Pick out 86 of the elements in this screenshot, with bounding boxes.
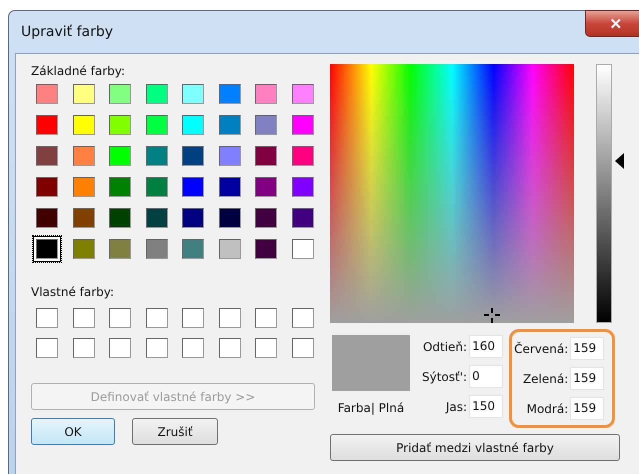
- color-swatch[interactable]: [255, 115, 277, 135]
- color-swatch[interactable]: [292, 177, 314, 197]
- color-swatch[interactable]: [72, 115, 94, 135]
- number-field[interactable]: 150: [469, 395, 504, 418]
- color-swatch[interactable]: [146, 115, 168, 135]
- color-swatch[interactable]: [72, 84, 94, 104]
- luminance-arrow[interactable]: [615, 153, 624, 170]
- cancel-button[interactable]: Zrušiť: [132, 418, 218, 445]
- color-swatch[interactable]: [72, 177, 94, 197]
- color-swatch[interactable]: [109, 84, 131, 104]
- color-swatch[interactable]: [36, 84, 58, 104]
- custom-color-swatch[interactable]: [72, 338, 94, 358]
- custom-color-swatch[interactable]: [36, 308, 58, 328]
- number-field[interactable]: 159: [570, 397, 604, 420]
- color-swatch[interactable]: [255, 208, 277, 228]
- custom-color-swatch[interactable]: [255, 338, 277, 358]
- color-swatch[interactable]: [72, 239, 94, 259]
- field-label: Červená:: [514, 342, 568, 356]
- color-swatch[interactable]: [109, 115, 131, 135]
- color-swatch[interactable]: [182, 115, 204, 135]
- color-swatch[interactable]: [146, 84, 168, 104]
- color-swatch[interactable]: [292, 146, 314, 166]
- color-swatch[interactable]: [182, 177, 204, 197]
- field-label: Zelená:: [522, 372, 568, 386]
- custom-color-swatch[interactable]: [292, 338, 314, 358]
- color-swatch[interactable]: [182, 146, 204, 166]
- color-swatch[interactable]: [109, 239, 131, 259]
- color-swatch[interactable]: [36, 146, 58, 166]
- color-swatch[interactable]: [218, 115, 240, 135]
- custom-color-swatch[interactable]: [109, 338, 131, 358]
- color-swatch[interactable]: [146, 208, 168, 228]
- color-swatch[interactable]: [292, 84, 314, 104]
- field-label: Jas:: [444, 400, 468, 414]
- color-swatch[interactable]: [292, 239, 314, 259]
- color-swatch[interactable]: [72, 146, 94, 166]
- add-to-custom-colors-button[interactable]: Pridať medzi vlastné farby: [330, 434, 620, 461]
- color-swatch[interactable]: [218, 177, 240, 197]
- number-field[interactable]: 159: [570, 367, 604, 390]
- color-swatch[interactable]: [255, 177, 277, 197]
- color-swatch[interactable]: [109, 208, 131, 228]
- color-swatch[interactable]: [109, 146, 131, 166]
- color-swatch[interactable]: [218, 84, 240, 104]
- basic-colors-label: Základné farby:: [31, 64, 126, 78]
- color-spectrum[interactable]: [330, 64, 574, 323]
- number-field[interactable]: 160: [469, 335, 504, 358]
- crosshair-icon[interactable]: [484, 308, 500, 323]
- color-swatch[interactable]: [109, 177, 131, 197]
- color-swatch[interactable]: [182, 208, 204, 228]
- color-swatch[interactable]: [218, 146, 240, 166]
- color-swatch[interactable]: [146, 177, 168, 197]
- color-swatch[interactable]: [146, 146, 168, 166]
- window-title: Upraviť farby: [21, 24, 114, 40]
- color-swatch[interactable]: [182, 239, 204, 259]
- custom-color-swatch[interactable]: [218, 308, 240, 328]
- color-swatch[interactable]: [292, 208, 314, 228]
- color-swatch[interactable]: [146, 239, 168, 259]
- custom-color-swatch[interactable]: [255, 308, 277, 328]
- field-label: Sýtosť':: [422, 370, 468, 384]
- color-swatch[interactable]: [182, 84, 204, 104]
- custom-color-swatch[interactable]: [36, 338, 58, 358]
- color-swatch[interactable]: [218, 208, 240, 228]
- number-field[interactable]: 0: [469, 365, 504, 388]
- color-swatch[interactable]: [36, 177, 58, 197]
- close-button[interactable]: ✕: [585, 10, 639, 37]
- color-swatch[interactable]: [218, 239, 240, 259]
- color-swatch[interactable]: [292, 115, 314, 135]
- ok-button[interactable]: OK: [31, 418, 115, 445]
- custom-color-swatch[interactable]: [146, 308, 168, 328]
- color-swatch[interactable]: [255, 84, 277, 104]
- field-label: Odtieň:: [422, 340, 468, 354]
- custom-color-swatch[interactable]: [72, 308, 94, 328]
- color-swatch[interactable]: [255, 146, 277, 166]
- custom-color-swatch[interactable]: [109, 308, 131, 328]
- color-swatch[interactable]: [72, 208, 94, 228]
- custom-color-swatch[interactable]: [292, 308, 314, 328]
- color-swatch[interactable]: [36, 208, 58, 228]
- custom-colors-label: Vlastné farby:: [31, 285, 116, 299]
- color-swatch[interactable]: [255, 239, 277, 259]
- field-label: Modrá:: [526, 402, 568, 416]
- custom-color-swatch[interactable]: [218, 338, 240, 358]
- color-swatch[interactable]: [36, 115, 58, 135]
- custom-color-swatch[interactable]: [182, 338, 204, 358]
- preview-label: Farba| Plná: [338, 401, 404, 415]
- number-field[interactable]: 159: [570, 337, 604, 360]
- custom-color-swatch[interactable]: [182, 308, 204, 328]
- custom-color-swatch[interactable]: [146, 338, 168, 358]
